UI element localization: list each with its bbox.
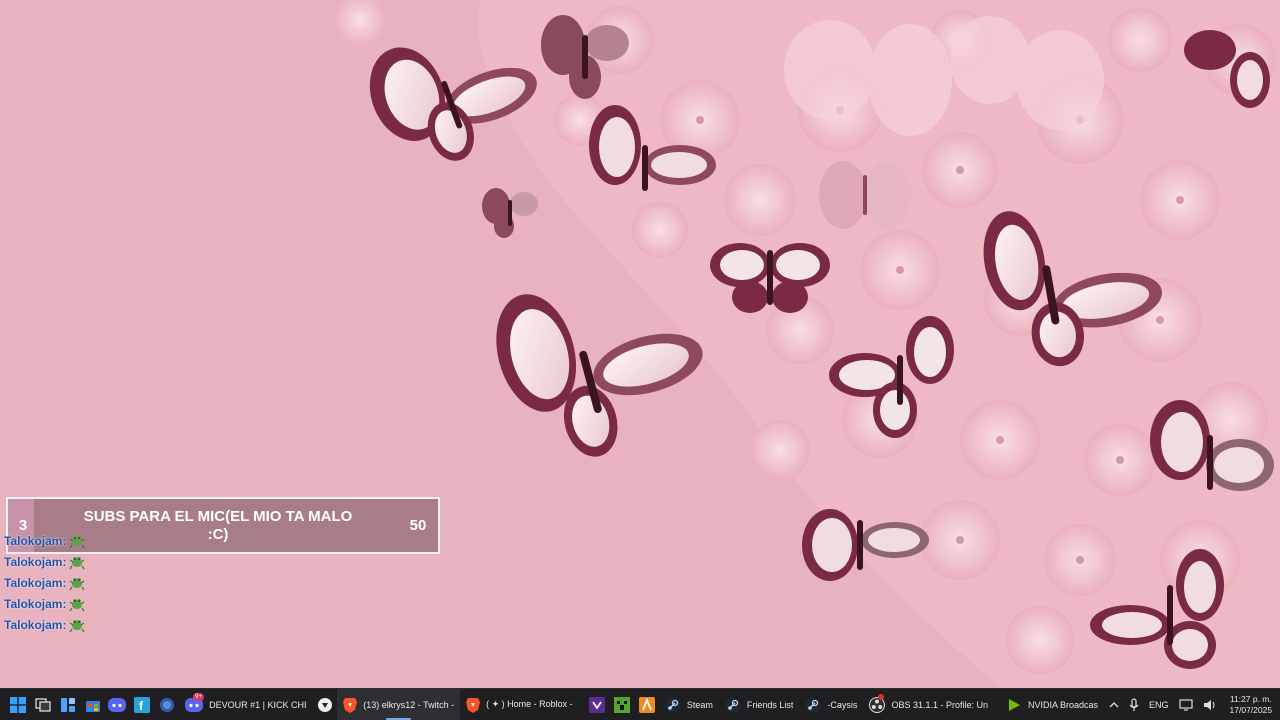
chat-username: Talokojam: [4,554,67,569]
chat-overlay: Talokojam: Talokojam: Talokojam: Talokoj… [4,530,86,635]
speaker-icon [1203,699,1215,710]
microphone-button[interactable] [1124,689,1144,720]
s-app-icon [317,697,332,712]
taskbar-app-label: -Caysis [827,699,858,710]
chat-line: Talokojam: [4,530,86,551]
microphone-icon [1129,697,1139,711]
minecraft-icon [613,696,630,713]
system-tray: ENG 11:27 p. m. 17/07/2025 [1104,689,1280,720]
clock[interactable]: 11:27 p. m. 17/07/2025 [1222,694,1280,716]
chat-username: Talokojam: [4,533,67,548]
taskbar-app-brave-twitch[interactable]: (13) elkrys12 - Twitch - [337,688,461,720]
store-icon [85,700,100,712]
taskbar-app-label: Steam [686,699,713,710]
task-view-icon [35,697,51,712]
taskbar-app-discord-devour[interactable]: 9+ DEVOUR #1 | KICK CHI [179,689,312,720]
taskbar-app-friends-list[interactable]: Friends List [719,689,800,720]
brave-browser-icon [466,697,481,713]
chat-line: Talokojam: [4,551,86,572]
sub-goal-target: 50 [409,517,427,534]
discord-icon [108,697,127,712]
globe-icon [159,697,174,712]
taskbar-app-label: OBS 31.1.1 - Profile: Un [891,699,988,710]
volume-button[interactable] [1198,689,1222,720]
nvidia-broadcast-icon [1008,698,1020,711]
taskbar-app-obs[interactable]: OBS 31.1.1 - Profile: Un [863,689,994,720]
brave-browser-icon [343,697,358,713]
steam-icon [665,697,681,712]
a-app-icon [638,696,655,713]
f-app-icon: f [134,696,151,713]
taskbar-app-label: DEVOUR #1 | KICK CHI [209,699,307,710]
clock-date: 17/07/2025 [1229,704,1273,715]
chevron-up-icon [1109,701,1119,707]
steam-icon [805,697,821,712]
app-s-button[interactable] [313,689,338,720]
steam-icon [725,697,741,712]
minecraft-button[interactable] [609,689,634,720]
discord-button[interactable] [105,689,130,720]
widgets-icon [60,697,75,712]
taskbar-app-label: (13) elkrys12 - Twitch - [363,699,455,710]
taskbar-app-brave-roblox[interactable]: ( ✦ ) Home - Roblox - [460,689,579,720]
task-view-button[interactable] [31,689,56,720]
network-button[interactable] [1174,689,1198,720]
taskbar-app-label: ( ✦ ) Home - Roblox - [486,699,573,709]
sub-goal-title: SUBS PARA EL MIC(EL MIO TA MALO :C) [83,507,353,543]
visual-studio-icon [589,696,606,713]
network-icon [1178,698,1193,711]
chat-line: Talokojam: [4,614,86,635]
desktop-wallpaper [0,0,1280,688]
notification-badge: 9+ [193,692,204,701]
frog-dance-emote-icon [69,577,86,590]
language-indicator[interactable]: ENG [1144,689,1174,720]
app-f-button[interactable]: f [130,689,155,720]
taskbar-app-steam-chat-caysis[interactable]: -Caysis [799,689,863,720]
start-button[interactable] [6,689,31,720]
taskbar-app-label: Friends List [746,699,794,710]
globe-app-button[interactable] [154,689,179,720]
clock-time: 11:27 p. m. [1229,693,1272,704]
taskbar-app-nvidia-broadcast[interactable]: NVIDIA Broadcas [1000,689,1104,720]
frog-dance-emote-icon [69,619,86,632]
frog-dance-emote-icon [69,535,86,548]
chat-username: Talokojam: [4,596,67,611]
chat-line: Talokojam: [4,572,86,593]
frog-dance-emote-icon [69,598,86,611]
taskbar: f 9+ DEVOUR #1 | KICK CHI (13) elkrys12 … [0,688,1280,720]
widgets-button[interactable] [55,689,80,720]
recording-indicator-icon [878,693,885,700]
visual-studio-button[interactable] [585,689,610,720]
chat-username: Talokojam: [4,575,67,590]
windows-logo-icon [10,696,27,713]
microsoft-store-button[interactable] [80,689,105,720]
taskbar-app-label: NVIDIA Broadcas [1027,699,1099,710]
taskbar-app-steam[interactable]: Steam [659,689,719,720]
chat-line: Talokojam: [4,593,86,614]
chat-username: Talokojam: [4,617,67,632]
frog-dance-emote-icon [69,556,86,569]
app-a-button[interactable] [634,689,659,720]
show-hidden-icons-button[interactable] [1104,689,1124,720]
